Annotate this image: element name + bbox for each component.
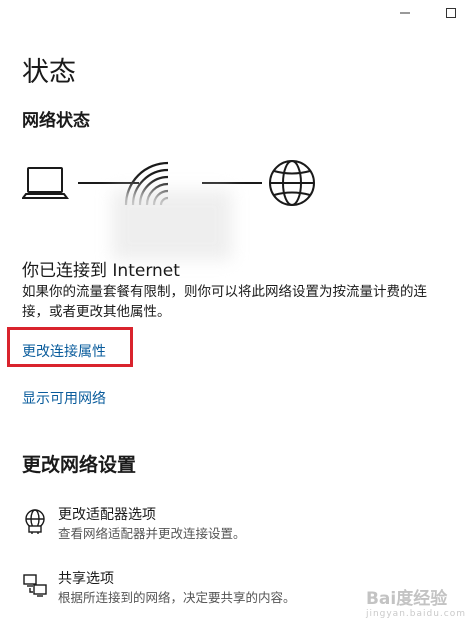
sharing-options-description: 根据所连接到的网络，决定要共享的内容。 xyxy=(58,590,296,605)
change-network-settings-heading: 更改网络设置 xyxy=(22,454,137,476)
change-connection-properties-link[interactable]: 更改连接属性 xyxy=(22,341,106,361)
adapter-options-item[interactable]: 更改适配器选项 查看网络适配器并更改连接设置。 xyxy=(22,506,246,542)
adapter-options-title: 更改适配器选项 xyxy=(58,507,156,523)
globe-icon xyxy=(269,160,315,206)
maximize-icon xyxy=(446,8,456,18)
laptop-icon xyxy=(22,167,69,199)
maximize-button[interactable] xyxy=(428,0,474,26)
watermark-url: jingyan.baidu.com xyxy=(365,609,466,619)
window-controls xyxy=(382,0,474,26)
status-description: 如果你的流量套餐有限制，则你可以将此网络设置为按流量计费的连接，或者更改其他属性… xyxy=(22,284,427,320)
show-available-networks-link[interactable]: 显示可用网络 xyxy=(22,388,106,408)
connected-heading: 你已连接到 Internet xyxy=(22,261,180,281)
watermark: Bai度经验 jingyan.baidu.com xyxy=(366,584,466,619)
sharing-options-title: 共享选项 xyxy=(58,571,114,587)
sharing-options-item[interactable]: 共享选项 根据所连接到的网络，决定要共享的内容。 xyxy=(22,570,296,606)
adapter-options-description: 查看网络适配器并更改连接设置。 xyxy=(58,526,246,541)
minimize-button[interactable] xyxy=(382,0,428,26)
blurred-region xyxy=(112,190,232,260)
minimize-icon xyxy=(400,12,410,14)
watermark-brand: Bai度经验 xyxy=(365,589,448,609)
page-title: 状态 xyxy=(22,57,76,88)
adapter-icon xyxy=(25,509,45,534)
sharing-icon xyxy=(23,574,47,597)
network-status-heading: 网络状态 xyxy=(22,111,90,131)
